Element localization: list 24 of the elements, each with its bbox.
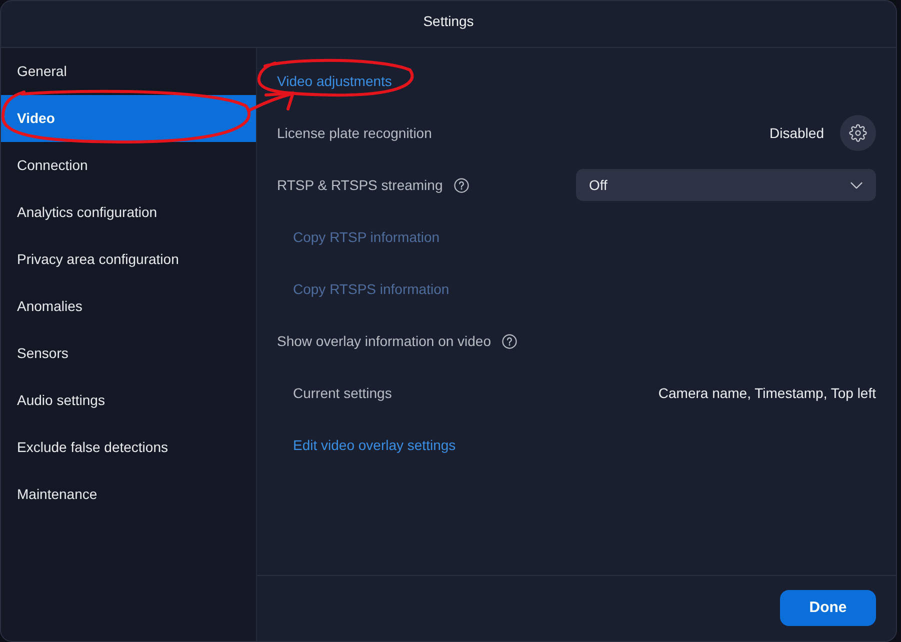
setting-label: Current settings: [293, 384, 392, 403]
setting-label: Show overlay information on video: [277, 332, 492, 351]
sidebar-item[interactable]: Analytics configuration: [1, 189, 256, 236]
status-text: Disabled: [770, 124, 824, 142]
setting-label: RTSP & RTSPS streaming: [277, 176, 443, 195]
setting-value: Camera name, Timestamp, Top left: [658, 384, 876, 403]
sidebar-item[interactable]: Maintenance: [1, 471, 256, 518]
chevron-down-icon: [850, 182, 863, 188]
sidebar-item[interactable]: Audio settings: [1, 377, 256, 424]
sidebar-item[interactable]: Exclude false detections: [1, 424, 256, 471]
sidebar-item[interactable]: Privacy area configuration: [1, 236, 256, 283]
streaming-dropdown[interactable]: Off: [576, 169, 876, 201]
gear-icon: [849, 124, 867, 142]
sidebar-item[interactable]: Anomalies: [1, 283, 256, 330]
sidebar-item[interactable]: Sensors: [1, 330, 256, 377]
window-title: Settings: [423, 12, 474, 31]
sidebar-item[interactable]: Connection: [1, 142, 256, 189]
done-button[interactable]: Done: [780, 590, 876, 626]
settings-link[interactable]: Video adjustments: [277, 70, 392, 92]
sidebar-item[interactable]: General: [1, 48, 256, 95]
setting-label: License plate recognition: [277, 124, 432, 143]
sidebar-item[interactable]: Video: [1, 95, 256, 142]
settings-button[interactable]: [840, 115, 876, 151]
settings-link[interactable]: Edit video overlay settings: [293, 434, 456, 456]
